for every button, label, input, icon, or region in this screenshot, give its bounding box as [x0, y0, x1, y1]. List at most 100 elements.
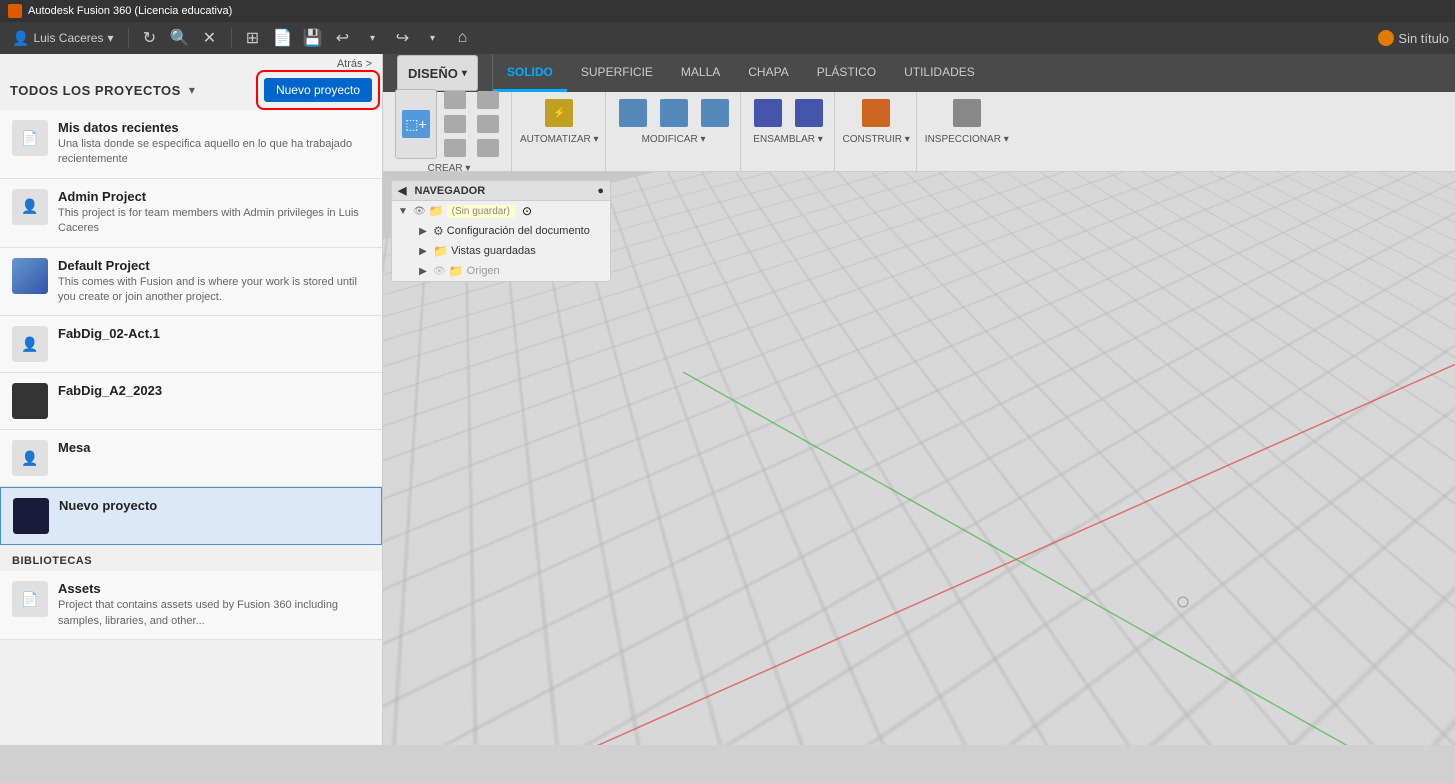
- origen-expand-icon[interactable]: ▶: [416, 264, 430, 278]
- automatizar-buttons: ⚡: [540, 96, 578, 130]
- main-toolbar: 👤 Luis Caceres ▾ ↻ 🔍 ✕ ⊞ 📄 💾 ↩ ▾ ↪ ▾ ⌂ S…: [0, 22, 1455, 54]
- navigator-panel: ◀ NAVEGADOR ● ▼ 👁 📁 (Sin guardar) ⊙ ▶ ⚙ …: [391, 180, 611, 282]
- navigator-title: NAVEGADOR: [414, 185, 485, 197]
- list-item[interactable]: Nuevo proyecto: [0, 487, 382, 545]
- tab-chapa-label: CHAPA: [748, 65, 788, 79]
- auto-button-1[interactable]: ⚡: [540, 96, 578, 130]
- panel-chevron[interactable]: ▾: [189, 83, 195, 97]
- ribbon: ⬚+: [383, 92, 1455, 172]
- ribbon-section-inspeccionar: INSPECCIONAR ▾: [919, 92, 1015, 171]
- list-item[interactable]: 👤 FabDig_02-Act.1: [0, 316, 382, 373]
- tab-chapa[interactable]: CHAPA: [734, 54, 802, 92]
- project-icon-default: [12, 258, 48, 294]
- ribbon-section-crear: ⬚+: [387, 92, 512, 171]
- title-bar: Autodesk Fusion 360 (Licencia educativa): [0, 0, 1455, 22]
- thread-button[interactable]: [473, 113, 503, 135]
- extrude-button[interactable]: ⬚+: [395, 89, 437, 159]
- box-button[interactable]: [473, 137, 503, 159]
- design-btn-area: DISEÑO ▾: [383, 54, 493, 92]
- ensamblar-button-2[interactable]: [790, 96, 828, 130]
- modify-button-2[interactable]: [655, 96, 693, 130]
- home-button[interactable]: ⌂: [450, 25, 476, 51]
- list-item[interactable]: FabDig_A2_2023: [0, 373, 382, 430]
- redo-dropdown-icon: ▾: [430, 33, 435, 44]
- back-button[interactable]: Atrás >: [337, 58, 372, 70]
- revolve-button[interactable]: [440, 89, 470, 111]
- user-menu[interactable]: 👤 Luis Caceres ▾: [6, 28, 120, 49]
- tab-malla-label: MALLA: [681, 65, 720, 79]
- tab-utilidades[interactable]: UTILIDADES: [890, 54, 989, 92]
- box-icon: [477, 139, 499, 157]
- tab-solido-label: SOLIDO: [507, 65, 553, 79]
- root-settings-icon[interactable]: ⊙: [522, 204, 532, 218]
- project-info-admin: Admin Project This project is for team m…: [58, 189, 370, 237]
- canvas-area[interactable]: ◀ NAVEGADOR ● ▼ 👁 📁 (Sin guardar) ⊙ ▶ ⚙ …: [383, 172, 1455, 745]
- hole-button[interactable]: [473, 89, 503, 111]
- construir-buttons: [857, 96, 895, 130]
- redo-dropdown[interactable]: ▾: [420, 25, 446, 51]
- undo-button[interactable]: ↩: [330, 25, 356, 51]
- crear-top-row: ⬚+: [395, 89, 503, 159]
- file-button[interactable]: 📄: [270, 25, 296, 51]
- new-project-button[interactable]: Nuevo proyecto: [264, 78, 372, 102]
- redo-button[interactable]: ↪: [390, 25, 416, 51]
- panel-title-row: TODOS LOS PROYECTOS ▾ Nuevo proyecto: [0, 74, 382, 110]
- close-panel-button[interactable]: ✕: [197, 25, 223, 51]
- create-sub-buttons: [440, 89, 470, 159]
- config-gear-icon: ⚙: [433, 224, 444, 238]
- tab-superficie[interactable]: SUPERFICIE: [567, 54, 667, 92]
- person-icon-3: 👤: [21, 450, 38, 467]
- sweep-button[interactable]: [440, 113, 470, 135]
- navigator-item-vistas[interactable]: ▶ 📁 Vistas guardadas: [392, 241, 610, 261]
- tab-ribbon-area: DISEÑO ▾ SOLIDO SUPERFICIE MALLA: [383, 54, 1455, 172]
- navigator-item-config[interactable]: ▶ ⚙ Configuración del documento: [392, 221, 610, 241]
- tab-malla[interactable]: MALLA: [667, 54, 734, 92]
- inspeccionar-button-1[interactable]: [948, 96, 986, 130]
- close-icon: ✕: [203, 28, 216, 48]
- app-title: Autodesk Fusion 360 (Licencia educativa): [28, 5, 232, 17]
- fabdig-thumbnail: [12, 383, 48, 419]
- loft-button[interactable]: [440, 137, 470, 159]
- list-item[interactable]: 📄 Assets Project that contains assets us…: [0, 571, 382, 640]
- tab-plastico[interactable]: PLÁSTICO: [803, 54, 890, 92]
- root-expand-icon[interactable]: ▼: [396, 204, 410, 218]
- grid-button[interactable]: ⊞: [240, 25, 266, 51]
- undo-dropdown[interactable]: ▾: [360, 25, 386, 51]
- list-item[interactable]: 👤 Admin Project This project is for team…: [0, 179, 382, 248]
- ensamblar-group: ENSAMBLAR ▾: [749, 96, 828, 145]
- list-item[interactable]: Default Project This comes with Fusion a…: [0, 248, 382, 317]
- project-name: FabDig_A2_2023: [58, 383, 370, 398]
- inspeccionar-buttons: [948, 96, 986, 130]
- refresh-button[interactable]: ↻: [137, 25, 163, 51]
- ensamblar-icon-1: [754, 99, 782, 127]
- list-item[interactable]: 👤 Mesa: [0, 430, 382, 487]
- modify-icon-2: [660, 99, 688, 127]
- modify-button-3[interactable]: [696, 96, 734, 130]
- nav-collapse-right[interactable]: ●: [597, 185, 604, 197]
- navigator-item-root[interactable]: ▼ 👁 📁 (Sin guardar) ⊙: [392, 201, 610, 221]
- ensamblar-button-1[interactable]: [749, 96, 787, 130]
- origen-visibility-icon[interactable]: 👁: [433, 266, 446, 277]
- construir-button-1[interactable]: [857, 96, 895, 130]
- design-dropdown-button[interactable]: DISEÑO ▾: [397, 55, 478, 91]
- navigator-item-origen[interactable]: ▶ 👁 📁 Origen: [392, 261, 610, 281]
- ribbon-section-modificar: MODIFICAR ▾: [608, 92, 741, 171]
- vistas-folder-icon: 📁: [433, 244, 448, 258]
- undo-icon: ↩: [336, 28, 349, 48]
- root-visibility-icon[interactable]: 👁: [413, 206, 426, 217]
- tabs-row: DISEÑO ▾ SOLIDO SUPERFICIE MALLA: [383, 54, 1455, 92]
- modify-button-1[interactable]: [614, 96, 652, 130]
- save-button[interactable]: 💾: [300, 25, 326, 51]
- tab-solido[interactable]: SOLIDO: [493, 54, 567, 92]
- project-info-default: Default Project This comes with Fusion a…: [58, 258, 370, 306]
- config-expand-icon[interactable]: ▶: [416, 224, 430, 238]
- search-button[interactable]: 🔍: [167, 25, 193, 51]
- vistas-expand-icon[interactable]: ▶: [416, 244, 430, 258]
- nav-collapse-left[interactable]: ◀: [398, 184, 406, 197]
- list-item[interactable]: 📄 Mis datos recientes Una lista donde se…: [0, 110, 382, 179]
- auto-icon-1: ⚡: [545, 99, 573, 127]
- undo-dropdown-icon: ▾: [370, 33, 375, 44]
- project-info-recent: Mis datos recientes Una lista donde se e…: [58, 120, 370, 168]
- project-info-mesa: Mesa: [58, 440, 370, 457]
- construir-label: CONSTRUIR ▾: [843, 132, 910, 145]
